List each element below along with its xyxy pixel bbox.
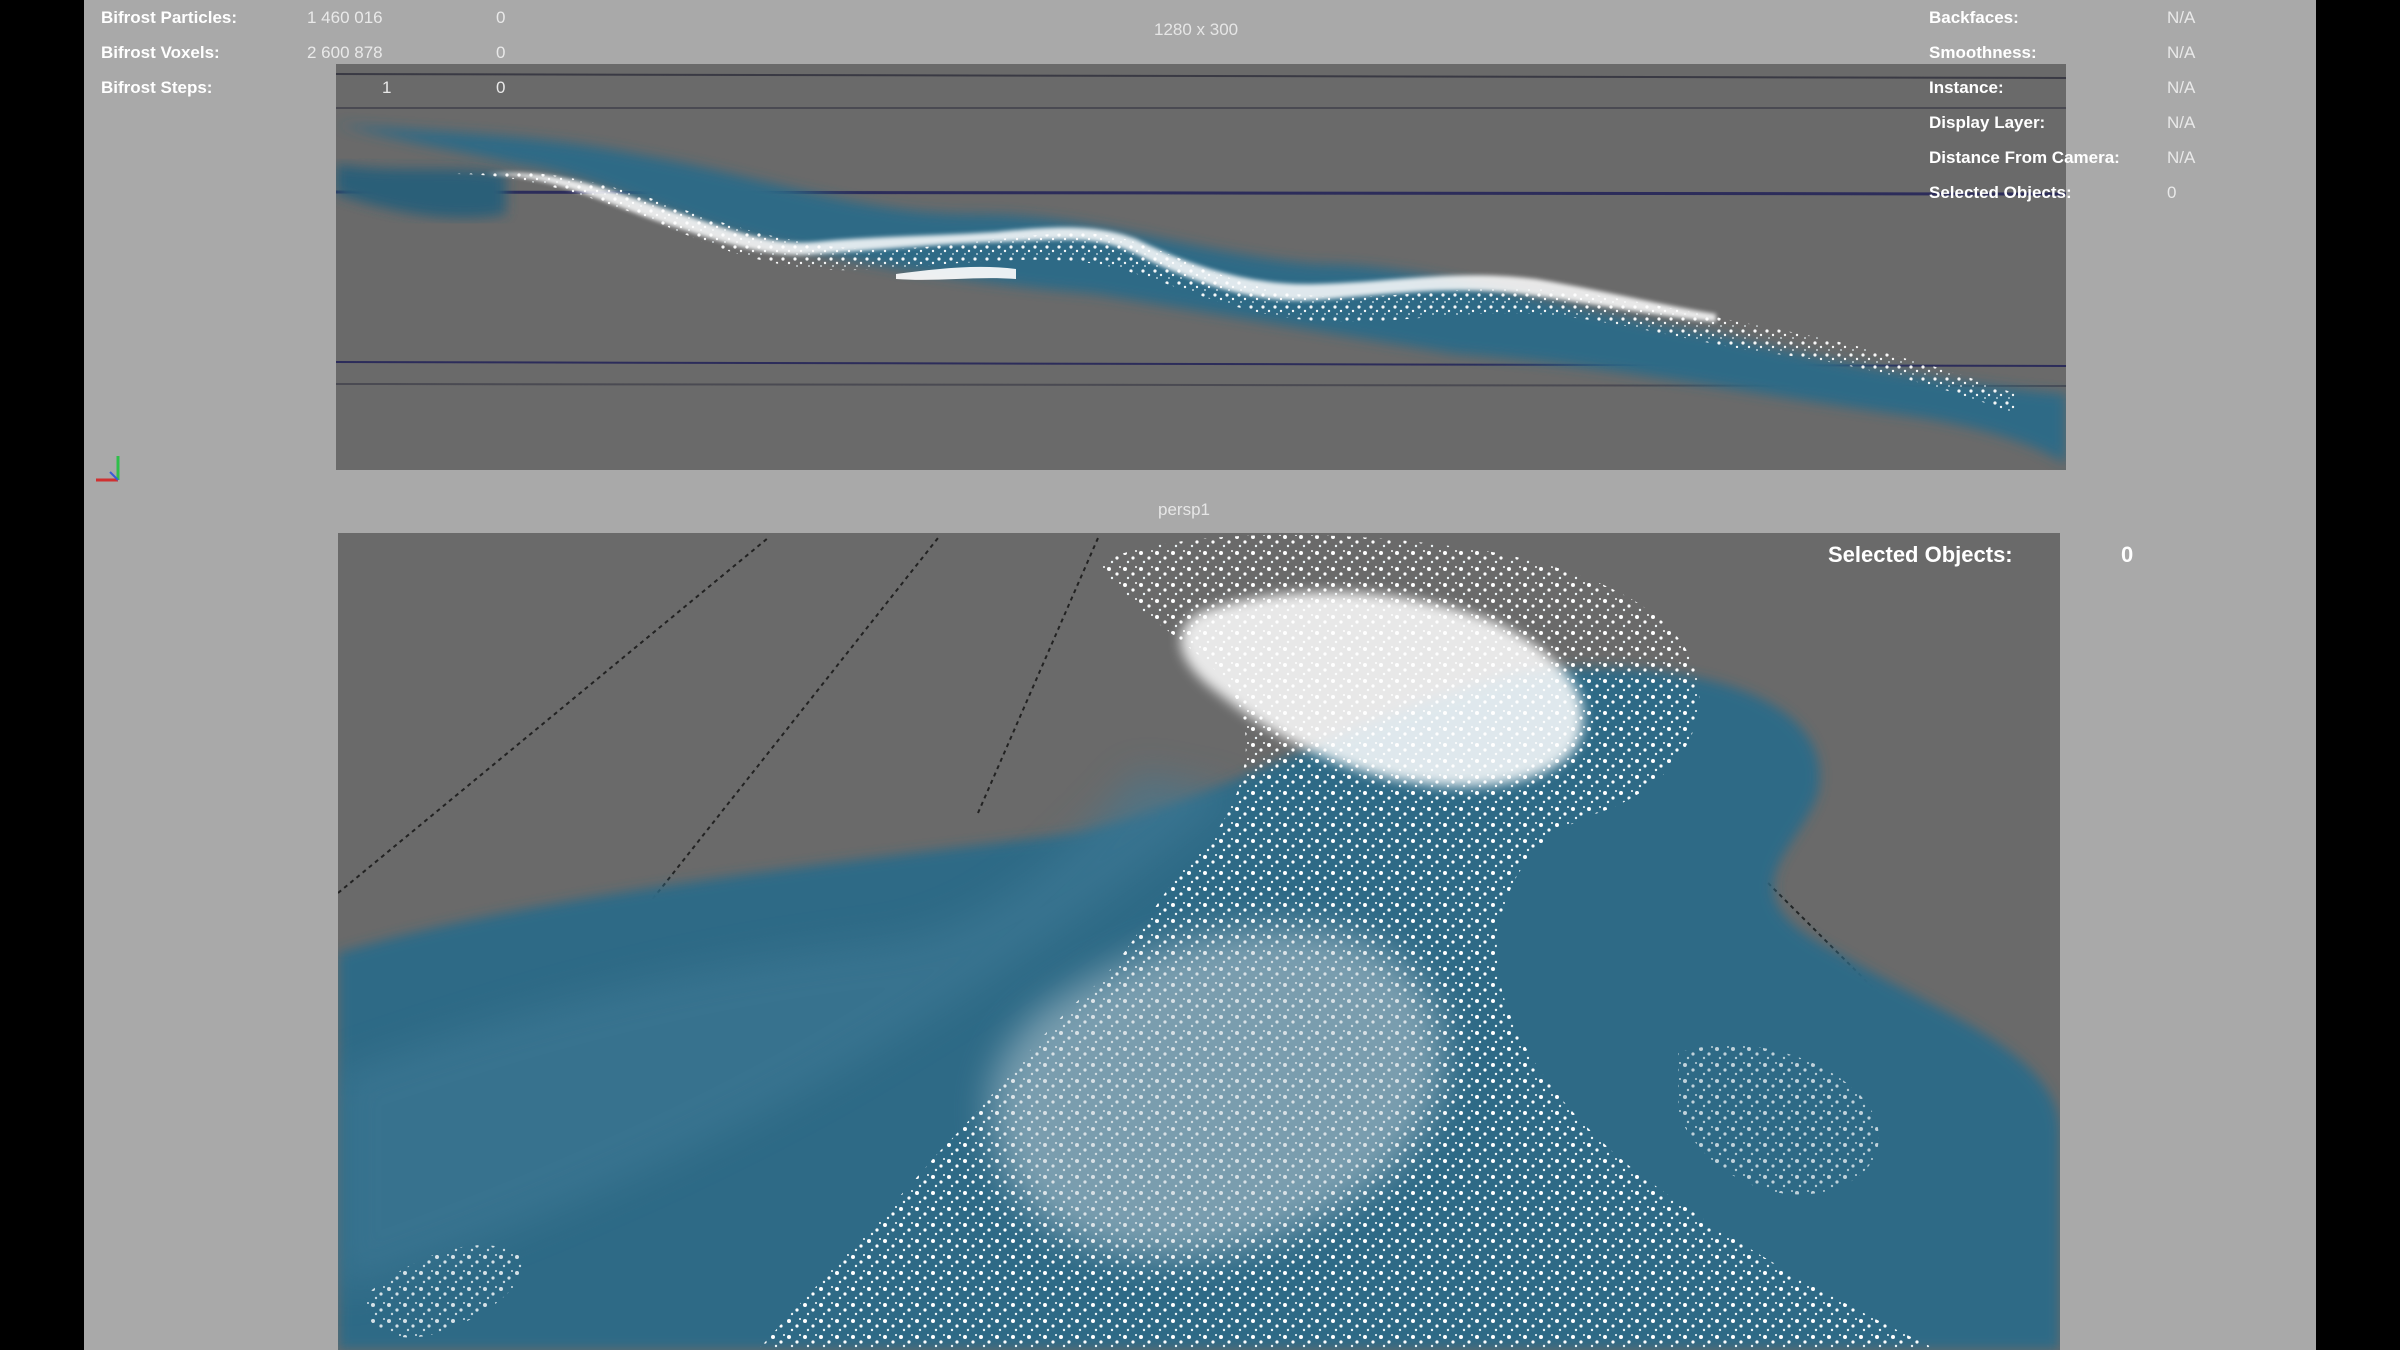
hud-right-label: Distance From Camera:: [1929, 148, 2120, 167]
hud-left-label: Bifrost Steps:: [101, 78, 213, 97]
hud-left-value: 2 600 878: [307, 43, 383, 62]
hud-right-label: Backfaces:: [1929, 8, 2019, 27]
hud-right-value: N/A: [2167, 78, 2196, 97]
hud-right-label: Smoothness:: [1929, 43, 2037, 62]
top-viewport-resolution: 1280 x 300: [1154, 20, 1239, 39]
hud-left-label: Bifrost Voxels:: [101, 43, 220, 62]
persp-selected-objects-value: 0: [2121, 542, 2134, 567]
hud-left-value: 1 460 016: [307, 8, 383, 27]
hud-right-label: Instance:: [1929, 78, 2004, 97]
hud-left-label: Bifrost Particles:: [101, 8, 238, 27]
hud-left-extra: 0: [496, 78, 506, 97]
hud-left-extra: 0: [496, 8, 506, 27]
hud-left-extra: 0: [496, 43, 506, 62]
maya-workspace: 1280 x 300 Bifrost Particles: 1 460 016 …: [84, 0, 2316, 1350]
top-viewport-fluid-render: [336, 64, 2066, 470]
hud-right-value: N/A: [2167, 148, 2196, 167]
axis-gizmo-icon: [96, 456, 120, 482]
hud-left-value: 1: [382, 78, 392, 97]
hud-right-value: 0: [2167, 183, 2177, 202]
persp-viewport[interactable]: [338, 533, 2060, 1350]
hud-right-value: N/A: [2167, 43, 2196, 62]
persp-selected-objects-label: Selected Objects:: [1828, 542, 2013, 567]
persp-viewport-camera-name: persp1: [1158, 500, 1210, 519]
persp-viewport-fluid-render: [338, 533, 2060, 1350]
top-viewport[interactable]: [336, 64, 2066, 470]
hud-right-value: N/A: [2167, 8, 2196, 27]
hud-right-label: Display Layer:: [1929, 113, 2046, 132]
hud-right-value: N/A: [2167, 113, 2196, 132]
hud-right-label: Selected Objects:: [1929, 183, 2072, 202]
